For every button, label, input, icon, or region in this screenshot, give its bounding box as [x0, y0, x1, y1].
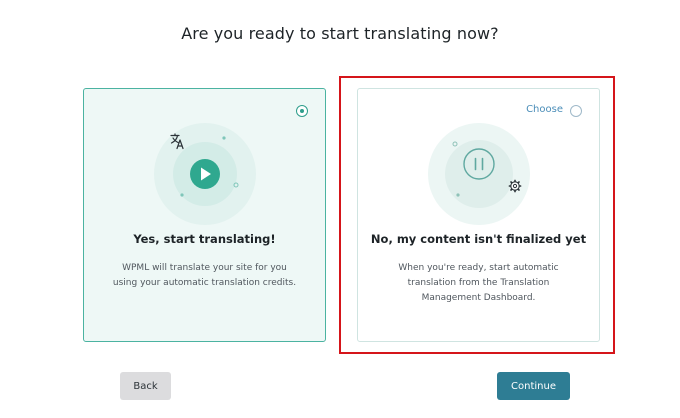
description-line: WPML will translate your site for you — [122, 263, 287, 273]
option-card-start-translating[interactable]: Yes, start translating! WPML will transl… — [83, 88, 326, 342]
highlight-annotation — [339, 76, 615, 354]
dot — [222, 136, 226, 140]
play-icon — [190, 159, 220, 189]
description-line: using your automatic translation credits… — [112, 278, 297, 288]
start-translating-illustration — [154, 123, 256, 225]
radio-start-translating[interactable] — [296, 105, 308, 117]
dot — [180, 193, 184, 197]
back-button[interactable]: Back — [120, 372, 171, 400]
continue-button[interactable]: Continue — [497, 372, 570, 400]
card-description: WPML will translate your site for you us… — [102, 261, 307, 291]
page-title: Are you ready to start translating now? — [181, 24, 499, 43]
card-title: Yes, start translating! — [133, 232, 276, 246]
